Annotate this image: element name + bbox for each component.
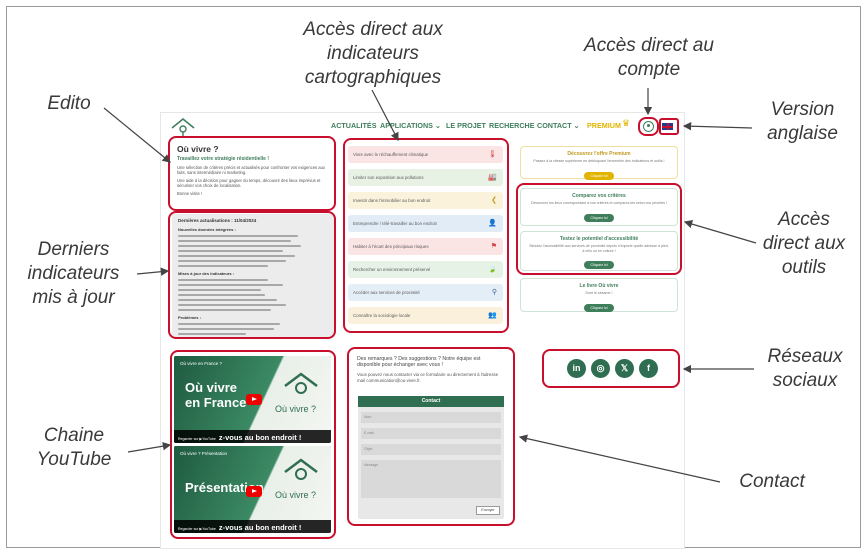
- highlight-contact: [347, 347, 515, 526]
- premium-title: Découvrez l'offre Premium: [567, 151, 631, 157]
- nav-recherche[interactable]: RECHERCHE: [489, 121, 535, 135]
- book-title: Le livre Où vivre: [579, 283, 619, 289]
- book-button[interactable]: Cliquez ici: [584, 303, 614, 312]
- site-logo[interactable]: [170, 116, 196, 138]
- book-desc: Dont le sésame !: [585, 291, 613, 295]
- highlight-account: [638, 117, 659, 136]
- highlight-edito: [168, 136, 336, 211]
- premium-card: Découvrez l'offre Premium Passez à la vi…: [520, 146, 678, 180]
- nav-applications[interactable]: APPLICATIONS ⌄: [380, 121, 441, 135]
- annotation-acces-indicateurs: Accès direct aux indicateurs cartographi…: [303, 19, 443, 88]
- book-card: Le livre Où vivre Dont le sésame ! Cliqu…: [520, 278, 678, 312]
- highlight-tools: [516, 183, 682, 275]
- nav-le-projet[interactable]: LE PROJET: [446, 121, 486, 135]
- nav-actualites[interactable]: ACTUALITÉS: [331, 121, 377, 135]
- premium-crown-icon: ♛: [622, 118, 631, 128]
- annotation-version-anglaise: Version anglaise: [767, 99, 838, 144]
- annotation-acces-compte: Accès direct au compte: [584, 35, 714, 80]
- nav-contact[interactable]: CONTACT ⌄: [537, 121, 580, 135]
- highlight-latest-updates: [168, 211, 336, 339]
- premium-desc: Passez à la vitesse supérieure en débloq…: [533, 159, 665, 163]
- premium-button[interactable]: Cliquez ici: [584, 171, 614, 180]
- annotation-reseaux-sociaux: Réseaux sociaux: [767, 346, 843, 391]
- nav-premium[interactable]: PREMIUM: [587, 121, 621, 135]
- annotation-acces-outils: Accès direct aux outils: [762, 209, 846, 278]
- highlight-youtube: [170, 350, 336, 539]
- highlight-social: [542, 349, 680, 388]
- annotation-edito: Edito: [47, 93, 91, 114]
- annotation-derniers-indicateurs: Derniers indicateurs mis à jour: [27, 239, 120, 308]
- highlight-indicators: [343, 138, 509, 333]
- annotation-contact: Contact: [739, 471, 805, 492]
- annotation-chaine-youtube: Chaine YouTube: [36, 425, 112, 470]
- highlight-english-version: [659, 118, 679, 135]
